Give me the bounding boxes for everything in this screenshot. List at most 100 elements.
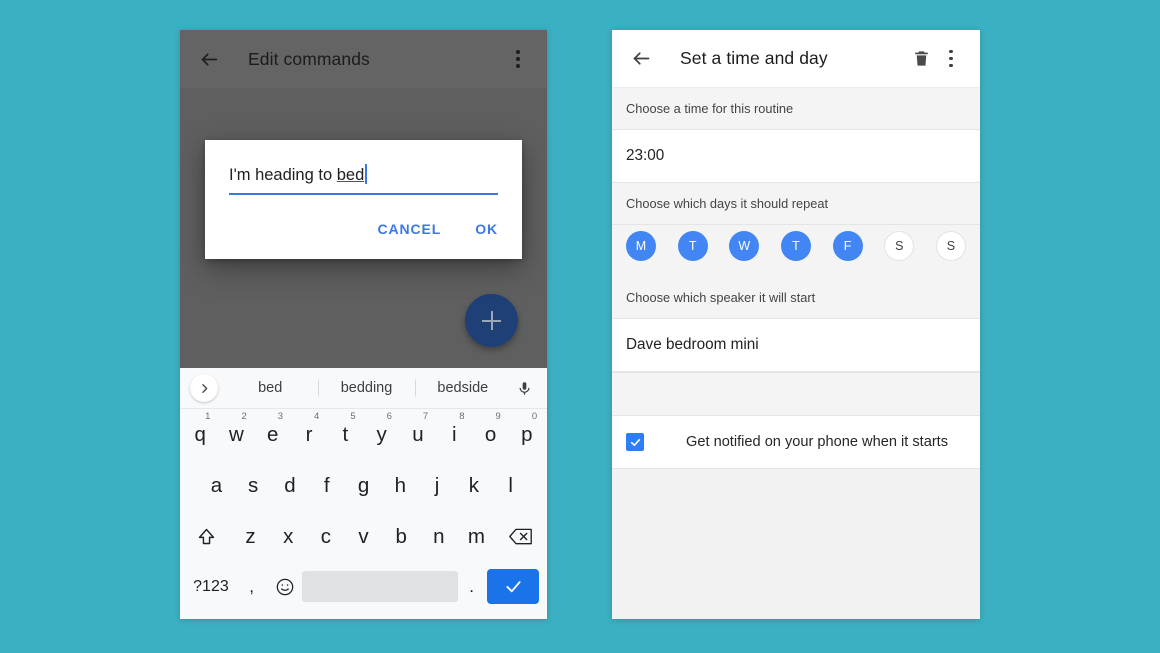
key-num: 5 — [350, 411, 356, 422]
key-c[interactable]: c — [307, 511, 345, 562]
day-toggle-sunday[interactable]: S — [935, 231, 966, 261]
key-num: 3 — [277, 411, 284, 422]
keyboard-row-2: a s d f g h j k l — [180, 460, 547, 511]
back-arrow-icon[interactable] — [626, 44, 656, 74]
notify-label: Get notified on your phone when it start… — [686, 434, 949, 450]
emoji-smiley-icon[interactable] — [267, 562, 302, 611]
day-toggle-tuesday[interactable]: T — [677, 231, 708, 261]
left-phone-screen: Edit commands I'm heading to bed CANCEL … — [180, 30, 547, 619]
key-a[interactable]: a — [198, 460, 235, 511]
day-toggle-wednesday[interactable]: W — [729, 231, 760, 261]
keyboard-row-3: z x c v b n m — [180, 511, 547, 562]
empty-row — [612, 372, 980, 416]
key-u[interactable]: 7u — [400, 409, 436, 460]
space-key[interactable] — [302, 562, 458, 611]
key-label: p — [521, 422, 533, 446]
days-row: M T W T F S S — [626, 231, 966, 261]
days-selector: M T W T F S S — [612, 225, 980, 277]
key-o[interactable]: 9o — [472, 409, 508, 460]
key-label: i — [451, 422, 457, 446]
key-b[interactable]: b — [382, 511, 420, 562]
key-s[interactable]: s — [235, 460, 272, 511]
day-toggle-saturday[interactable]: S — [884, 231, 915, 261]
key-num: 2 — [241, 411, 247, 422]
trash-icon[interactable] — [906, 44, 936, 74]
more-vert-icon[interactable] — [503, 44, 533, 74]
key-x[interactable]: x — [269, 511, 307, 562]
key-j[interactable]: j — [419, 460, 456, 511]
key-label: r — [305, 422, 313, 446]
notify-checkbox-row[interactable]: Get notified on your phone when it start… — [612, 416, 980, 469]
page-title: Edit commands — [248, 48, 370, 69]
suggestion-item[interactable]: bed — [222, 380, 318, 396]
key-i[interactable]: 8i — [436, 409, 472, 460]
screenshot-stage: Edit commands I'm heading to bed CANCEL … — [0, 0, 1160, 653]
key-z[interactable]: z — [232, 511, 270, 562]
key-g[interactable]: g — [345, 460, 382, 511]
key-label: e — [267, 422, 279, 446]
key-p[interactable]: 0p — [509, 409, 545, 460]
key-num: 1 — [205, 411, 211, 422]
plus-icon — [482, 311, 501, 330]
edit-commands-screen: Edit commands I'm heading to bed CANCEL … — [180, 30, 547, 368]
back-arrow-icon[interactable] — [194, 44, 224, 74]
more-vert-icon[interactable] — [936, 44, 966, 74]
space-bar — [302, 571, 458, 602]
checkbox-checked-icon[interactable] — [626, 433, 644, 451]
key-n[interactable]: n — [420, 511, 458, 562]
key-num: 0 — [531, 411, 538, 422]
backspace-icon[interactable] — [495, 511, 545, 562]
text-caret — [365, 164, 367, 184]
key-f[interactable]: f — [308, 460, 345, 511]
key-label: q — [194, 422, 206, 446]
ok-button[interactable]: OK — [475, 221, 498, 237]
speaker-value-row[interactable]: Dave bedroom mini — [612, 319, 980, 372]
on-screen-keyboard: bed bedding bedside 1q 2w 3e 4r 5t 6y 7u… — [180, 368, 547, 619]
symbols-key[interactable]: ?123 — [186, 562, 236, 611]
suggestion-item[interactable]: bedding — [318, 380, 414, 396]
speaker-section-header: Choose which speaker it will start — [612, 277, 980, 319]
key-e[interactable]: 3e — [255, 409, 291, 460]
period-key[interactable]: . — [458, 562, 486, 611]
key-k[interactable]: k — [455, 460, 492, 511]
key-h[interactable]: h — [382, 460, 419, 511]
add-command-fab[interactable] — [465, 294, 518, 347]
edit-command-dialog: I'm heading to bed CANCEL OK — [205, 140, 522, 259]
key-label: o — [484, 422, 497, 446]
key-m[interactable]: m — [458, 511, 496, 562]
day-toggle-thursday[interactable]: T — [780, 231, 811, 261]
suggestion-list: bed bedding bedside — [222, 380, 511, 396]
command-text-field[interactable]: I'm heading to bed — [229, 162, 498, 199]
command-text-composing: bed — [336, 166, 365, 184]
key-v[interactable]: v — [345, 511, 383, 562]
keyboard-row-1: 1q 2w 3e 4r 5t 6y 7u 8i 9o 0p — [180, 409, 547, 460]
key-t[interactable]: 5t — [327, 409, 363, 460]
key-q[interactable]: 1q — [182, 409, 218, 460]
day-toggle-friday[interactable]: F — [832, 231, 863, 261]
key-r[interactable]: 4r — [291, 409, 327, 460]
enter-key[interactable] — [486, 562, 541, 611]
comma-key[interactable]: , — [236, 562, 267, 611]
key-l[interactable]: l — [492, 460, 529, 511]
key-label: y — [376, 422, 387, 446]
key-label: w — [229, 422, 244, 446]
key-w[interactable]: 2w — [218, 409, 254, 460]
key-d[interactable]: d — [272, 460, 309, 511]
key-num: 9 — [495, 411, 501, 422]
chevron-right-icon[interactable] — [190, 374, 218, 402]
left-app-bar: Edit commands — [180, 30, 547, 88]
suggestion-item[interactable]: bedside — [415, 380, 511, 396]
microphone-icon[interactable] — [511, 379, 537, 398]
key-num: 6 — [386, 411, 392, 422]
shift-icon[interactable] — [182, 511, 232, 562]
dialog-actions: CANCEL OK — [229, 199, 498, 249]
days-section-header: Choose which days it should repeat — [612, 183, 980, 225]
key-num: 4 — [314, 411, 320, 422]
cancel-button[interactable]: CANCEL — [377, 221, 441, 237]
suggestion-bar: bed bedding bedside — [180, 368, 547, 409]
day-toggle-monday[interactable]: M — [626, 231, 656, 261]
keyboard-row-4: ?123 , . — [180, 562, 547, 611]
key-y[interactable]: 6y — [363, 409, 399, 460]
checkmark-icon — [487, 569, 540, 604]
time-value-row[interactable]: 23:00 — [612, 130, 980, 183]
